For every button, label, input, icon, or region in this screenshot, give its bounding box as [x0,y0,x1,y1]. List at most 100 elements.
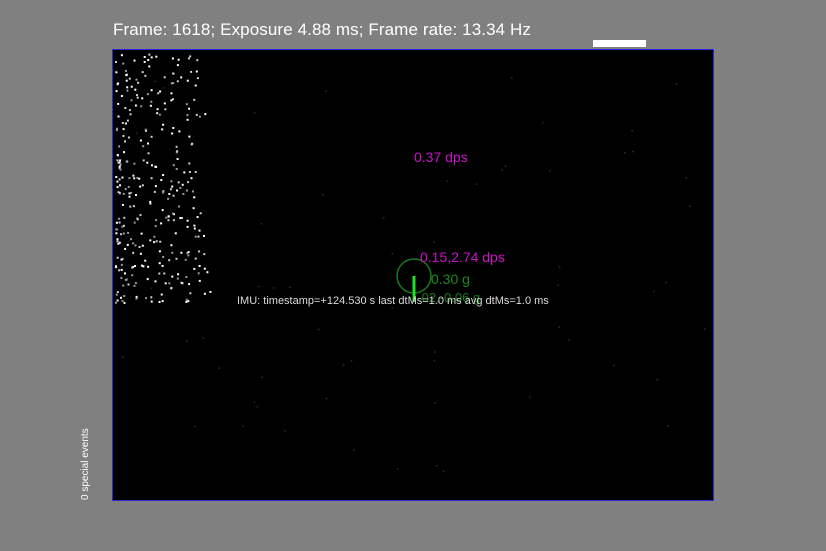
noise-pixel [350,360,353,362]
event-pixel [117,102,120,105]
event-pixel [142,265,145,268]
noise-pixel [557,284,559,287]
event-pixel [167,219,170,222]
event-pixel [141,244,144,247]
event-pixel [165,216,168,219]
noise-pixel [568,339,570,341]
event-pixel [139,252,142,255]
noise-pixel [656,378,658,381]
event-pixel [140,232,143,235]
event-pixel [203,292,206,295]
event-pixel [150,56,153,59]
event-pixel [162,123,165,126]
event-pixel [127,136,130,139]
event-pixel [136,176,139,179]
event-pixel [132,205,135,208]
event-pixel [185,276,188,278]
event-pixel [134,104,137,107]
event-pixel [187,254,190,257]
noise-pixel [253,401,256,403]
event-pixel [116,291,119,294]
event-pixel [148,65,151,68]
event-pixel [149,104,152,107]
event-pixel [143,61,146,63]
event-pixel [122,232,125,235]
event-pixel [119,184,121,187]
event-pixel [171,251,174,254]
event-pixel [120,233,123,236]
noise-pixel [396,468,399,470]
event-pixel [124,107,127,109]
event-pixel [120,268,123,271]
event-pixel [124,140,126,143]
event-pixel [135,78,138,81]
event-pixel [186,225,189,228]
event-pixel [155,240,158,243]
event-pixel [187,57,190,60]
event-pixel [120,95,123,97]
event-pixel [159,240,162,243]
event-pixel [127,283,130,286]
event-pixel [147,59,150,61]
acceleration-magnitude: 0.30 g [431,271,470,287]
event-pixel [124,188,127,190]
event-pixel [188,162,191,165]
noise-pixel [242,425,244,427]
event-pixel [188,171,191,173]
event-pixel [126,243,129,246]
noise-pixel [383,217,385,219]
event-pixel [151,164,153,167]
event-pixel [188,283,191,286]
event-pixel [174,232,177,235]
event-pixel [118,165,121,168]
event-pixel [172,72,175,75]
event-pixel [153,235,156,238]
noise-pixel [254,112,256,114]
noise-pixel [186,340,188,343]
event-pixel [193,196,196,199]
event-pixel-cloud [115,53,212,304]
event-pixel [176,64,179,67]
event-pixel [170,180,173,183]
event-pixel [118,221,121,224]
event-pixel [180,251,183,254]
noise-pixel [122,356,124,358]
event-pixel [176,277,179,280]
event-pixel [134,88,137,91]
event-pixel [158,262,161,265]
event-pixel [172,194,175,197]
event-pixel [116,127,119,130]
event-pixel [154,280,157,283]
event-pixel [128,192,131,195]
event-pixel [116,180,119,183]
event-pixel [135,295,138,298]
event-pixel [203,267,206,270]
event-pixel [126,119,129,122]
event-pixel [156,112,159,115]
app-window: Frame: 1618; Exposure 4.88 ms; Frame rat… [0,0,826,551]
event-pixel [122,62,125,65]
event-pixel [175,151,178,154]
event-pixel [168,259,171,262]
event-pixel [178,130,181,133]
event-pixel [198,229,201,232]
event-pixel [122,192,125,195]
event-pixel [185,298,188,301]
noise-pixel [685,177,688,179]
event-pixel [194,235,197,238]
event-pixel [139,214,142,217]
noise-pixel [391,306,393,309]
event-display-view[interactable]: 0.37 dps 0.15,2.74 dps 0.30 g .02,-0.06 … [112,49,714,501]
event-pixel [186,114,189,117]
event-pixel [163,272,166,275]
event-pixel [183,171,186,174]
event-pixel [120,258,123,261]
noise-pixel [391,252,393,255]
event-pixel [131,266,134,269]
event-pixel [159,90,162,93]
event-pixel [153,190,156,193]
noise-pixel [558,266,561,269]
noise-pixel [325,90,327,92]
event-pixel [160,179,163,182]
event-pixel [179,217,182,220]
